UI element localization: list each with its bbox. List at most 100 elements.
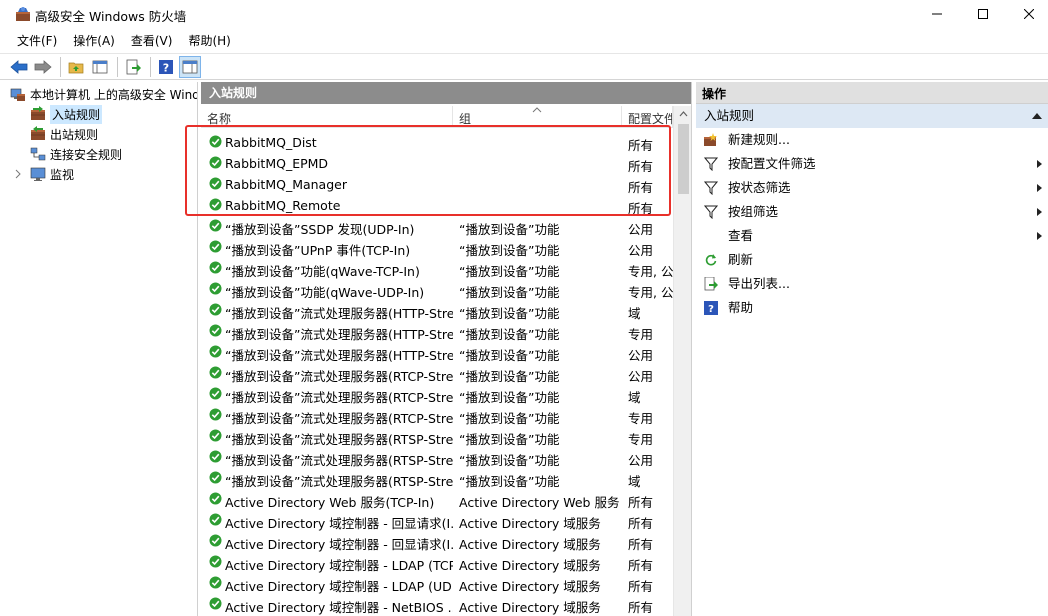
action-label: 查看: [728, 228, 754, 243]
minimize-button[interactable]: [914, 0, 960, 28]
enabled-check-icon: [209, 492, 222, 505]
column-header-profile[interactable]: 配置文件: [622, 106, 673, 128]
tree-item-outbound-rules[interactable]: 出站规则: [30, 124, 98, 144]
table-row[interactable]: “播放到设备”功能(qWave-TCP-In) “播放到设备”功能 专用, 公: [201, 258, 673, 279]
table-row[interactable]: Active Directory 域控制器 - LDAP (TCP... Acti…: [201, 552, 673, 573]
table-row[interactable]: Active Directory 域控制器 - LDAP (UD... Activ…: [201, 573, 673, 594]
enabled-check-icon: [209, 450, 222, 463]
action-item[interactable]: 导出列表...: [696, 272, 1048, 296]
back-button[interactable]: [8, 56, 30, 78]
new-rule-icon: [704, 133, 717, 146]
up-folder-button[interactable]: [65, 56, 87, 78]
rule-name: Active Directory 域控制器 - NetBIOS ...: [225, 600, 453, 615]
rule-name: “播放到设备”流式处理服务器(HTTP-Stre...: [225, 348, 453, 363]
show-hide-action-pane-button[interactable]: [179, 55, 201, 78]
table-row[interactable]: Active Directory 域控制器 - 回显请求(I... Active …: [201, 531, 673, 552]
table-row[interactable]: “播放到设备”流式处理服务器(RTSP-Stre... “播放到设备”功能 域: [201, 468, 673, 489]
table-row[interactable]: RabbitMQ_Remote 所有: [201, 195, 673, 216]
console-tree-icon: [92, 60, 108, 73]
action-item[interactable]: 查看: [696, 224, 1048, 248]
table-row[interactable]: “播放到设备”流式处理服务器(RTCP-Stre... “播放到设备”功能 专用: [201, 405, 673, 426]
export-icon: [126, 59, 141, 74]
table-row[interactable]: Active Directory 域控制器 - NetBIOS ... Activ…: [201, 594, 673, 615]
forward-button[interactable]: [32, 56, 54, 78]
tree-item-inbound-rules[interactable]: 入站规则: [30, 104, 103, 124]
maximize-icon: [978, 9, 988, 19]
show-hide-console-tree-button[interactable]: [89, 56, 111, 78]
actions-pane: 操作 入站规则 新建规则... 按配置文件筛选按状态筛选按组筛选查看刷新 导出列表.…: [696, 82, 1048, 616]
tree-item-label: 入站规则: [50, 104, 103, 124]
action-item[interactable]: 刷新: [696, 248, 1048, 272]
enabled-check-icon: [209, 429, 222, 442]
rule-profile: 公用: [628, 222, 654, 237]
enabled-check-icon: [209, 597, 222, 610]
table-row[interactable]: “播放到设备”流式处理服务器(HTTP-Stre... “播放到设备”功能 域: [201, 300, 673, 321]
action-label: 按状态筛选: [728, 180, 791, 195]
rule-profile: 所有: [628, 558, 654, 573]
scrollbar-thumb[interactable]: [678, 124, 689, 194]
help-button[interactable]: ?: [155, 56, 177, 78]
rule-profile: 所有: [628, 600, 654, 615]
rule-profile: 域: [628, 306, 641, 321]
enabled-check-icon: [209, 366, 222, 379]
column-header-name[interactable]: 名称: [201, 106, 453, 128]
menu-help[interactable]: 帮助(H): [180, 30, 238, 52]
menu-file[interactable]: 文件(F): [0, 30, 65, 52]
table-row[interactable]: Active Directory Web 服务(TCP-In) Active Di…: [201, 489, 673, 510]
close-button[interactable]: [1006, 0, 1048, 28]
rule-group: “播放到设备”功能: [459, 348, 560, 363]
vertical-scrollbar[interactable]: [673, 106, 692, 616]
table-row[interactable]: “播放到设备”SSDP 发现(UDP-In) “播放到设备”功能 公用: [201, 216, 673, 237]
action-pane-icon: [182, 60, 198, 73]
table-row[interactable]: “播放到设备”功能(qWave-UDP-In) “播放到设备”功能 专用, 公: [201, 279, 673, 300]
table-row[interactable]: “播放到设备”流式处理服务器(HTTP-Stre... “播放到设备”功能 专用: [201, 321, 673, 342]
table-row[interactable]: “播放到设备”流式处理服务器(RTSP-Stre... “播放到设备”功能 公用: [201, 447, 673, 468]
table-row[interactable]: “播放到设备”流式处理服务器(RTSP-Stre... “播放到设备”功能 专用: [201, 426, 673, 447]
collapse-icon[interactable]: [1032, 113, 1042, 119]
action-item[interactable]: ? 帮助: [696, 296, 1048, 320]
actions-section-inbound-rules[interactable]: 入站规则: [696, 104, 1048, 128]
help-icon: ?: [159, 59, 173, 74]
action-item[interactable]: 按状态筛选: [696, 176, 1048, 200]
enabled-check-icon: [209, 345, 222, 358]
table-row[interactable]: Active Directory 域控制器 - 回显请求(I... Active …: [201, 510, 673, 531]
chevron-right-icon: [15, 169, 21, 179]
table-row[interactable]: “播放到设备”流式处理服务器(RTCP-Stre... “播放到设备”功能 域: [201, 384, 673, 405]
actions-header: 操作: [696, 82, 1048, 104]
action-item[interactable]: 按配置文件筛选: [696, 152, 1048, 176]
rule-group: “播放到设备”功能: [459, 285, 560, 300]
export-list-button[interactable]: [122, 56, 144, 78]
rule-name: “播放到设备”UPnP 事件(TCP-In): [225, 243, 411, 258]
svg-text:?: ?: [163, 61, 169, 74]
maximize-button[interactable]: [960, 0, 1006, 28]
rule-name: RabbitMQ_Manager: [225, 177, 347, 192]
table-row[interactable]: “播放到设备”流式处理服务器(HTTP-Stre... “播放到设备”功能 公用: [201, 342, 673, 363]
table-row[interactable]: “播放到设备”流式处理服务器(RTCP-Stre... “播放到设备”功能 公用: [201, 363, 673, 384]
action-item[interactable]: 新建规则...: [696, 128, 1048, 152]
help-icon: ?: [704, 301, 718, 315]
filter-icon: [704, 181, 718, 195]
rule-group: “播放到设备”功能: [459, 411, 560, 426]
rule-group: Active Directory 域服务: [459, 579, 601, 594]
rule-name: Active Directory Web 服务(TCP-In): [225, 495, 435, 510]
enabled-check-icon: [209, 471, 222, 484]
rules-list-pane: 入站规则 名称 组 配置文件 RabbitMQ_Dist 所有 RabbitMQ_E…: [201, 82, 692, 616]
action-label: 按组筛选: [728, 204, 779, 219]
rule-name: “播放到设备”流式处理服务器(RTSP-Stre...: [225, 474, 453, 489]
rule-profile: 公用: [628, 243, 654, 258]
table-row[interactable]: RabbitMQ_Dist 所有: [201, 132, 673, 153]
scroll-up-icon[interactable]: [674, 106, 692, 123]
menu-action[interactable]: 操作(A): [65, 30, 123, 52]
table-row[interactable]: “播放到设备”UPnP 事件(TCP-In) “播放到设备”功能 公用: [201, 237, 673, 258]
tree-item-monitoring[interactable]: 监视: [14, 164, 74, 184]
tree-root[interactable]: 本地计算机 上的高级安全 Wind: [10, 84, 197, 104]
action-item[interactable]: 按组筛选: [696, 200, 1048, 224]
action-label: 帮助: [728, 300, 754, 315]
rule-profile: 公用: [628, 369, 654, 384]
enabled-check-icon: [209, 282, 222, 295]
table-row[interactable]: RabbitMQ_Manager 所有: [201, 174, 673, 195]
menu-view[interactable]: 查看(V): [123, 30, 181, 52]
table-row[interactable]: RabbitMQ_EPMD 所有: [201, 153, 673, 174]
tree-item-connection-security-rules[interactable]: 连接安全规则: [30, 144, 122, 164]
rule-profile: 域: [628, 474, 641, 489]
